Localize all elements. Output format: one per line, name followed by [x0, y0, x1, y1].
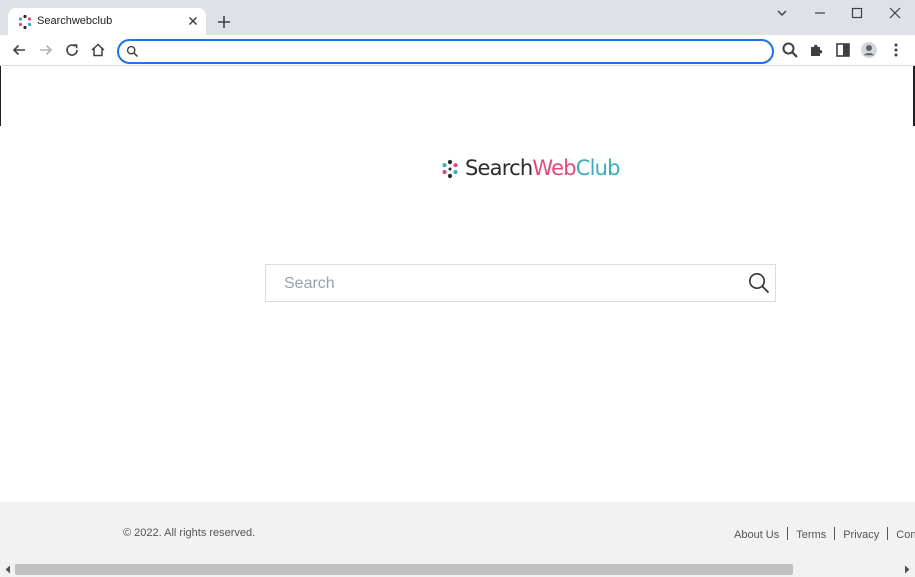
- logo-mark-icon: [442, 159, 458, 179]
- more-vert-icon[interactable]: [887, 41, 905, 59]
- forward-arrow-icon[interactable]: [37, 41, 55, 59]
- plus-icon[interactable]: [216, 14, 232, 30]
- search-icon[interactable]: [781, 41, 799, 59]
- tab-strip: Searchwebclub: [0, 0, 915, 35]
- footer-links: About Us Terms Privacy Contac: [734, 527, 915, 541]
- profile-icon[interactable]: [860, 41, 878, 59]
- logo-text-club: Club: [575, 156, 621, 180]
- side-panel-icon[interactable]: [834, 41, 852, 59]
- footer-divider: [787, 527, 789, 540]
- page-footer: © 2022. All rights reserved. About Us Ter…: [0, 502, 915, 562]
- footer-link-about[interactable]: About Us: [734, 529, 779, 541]
- address-input[interactable]: [145, 42, 749, 62]
- back-arrow-icon[interactable]: [10, 41, 28, 59]
- favicon-icon: [18, 14, 32, 30]
- footer-link-contact[interactable]: Contac: [896, 529, 915, 541]
- footer-divider: [887, 527, 889, 540]
- chevron-down-icon[interactable]: [772, 5, 792, 21]
- maximize-icon[interactable]: [847, 5, 867, 21]
- logo-text-web: Web: [532, 156, 576, 180]
- footer-link-privacy[interactable]: Privacy: [843, 529, 879, 541]
- close-icon[interactable]: [186, 14, 200, 28]
- home-icon[interactable]: [89, 41, 107, 59]
- browser-toolbar: [0, 35, 915, 66]
- search-form: [265, 264, 776, 302]
- copyright-text: © 2022. All rights reserved.: [123, 527, 256, 539]
- search-input[interactable]: [282, 272, 726, 296]
- footer-link-terms[interactable]: Terms: [796, 529, 826, 541]
- browser-tab[interactable]: Searchwebclub: [8, 8, 206, 35]
- horizontal-scrollbar[interactable]: [0, 562, 915, 577]
- logo-text: SearchWebClub: [465, 156, 620, 180]
- search-icon: [126, 45, 139, 58]
- tab-title: Searchwebclub: [37, 15, 113, 27]
- extensions-icon[interactable]: [807, 41, 825, 59]
- scrollbar-thumb[interactable]: [15, 564, 793, 575]
- logo-text-search: Search: [465, 156, 533, 180]
- reload-icon[interactable]: [63, 41, 81, 59]
- page-edge-left: [0, 66, 1, 126]
- window-close-icon[interactable]: [885, 5, 905, 21]
- magnifier-icon[interactable]: [748, 272, 770, 294]
- address-bar[interactable]: [117, 39, 774, 64]
- scroll-left-icon[interactable]: [4, 565, 12, 574]
- scroll-right-icon[interactable]: [903, 565, 911, 574]
- minimize-icon[interactable]: [810, 5, 830, 21]
- footer-divider: [834, 527, 836, 540]
